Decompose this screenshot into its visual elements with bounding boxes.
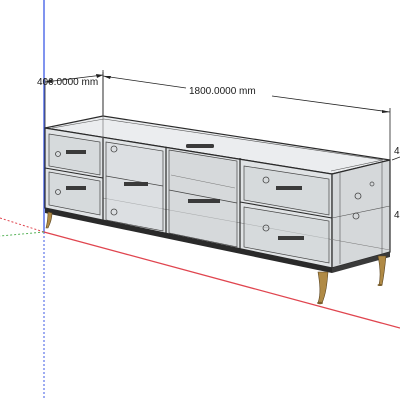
leg-front-left	[45, 211, 53, 229]
height-dimension[interactable]: 4 4	[391, 146, 400, 221]
leg-back-right	[377, 255, 387, 286]
center-compartment[interactable]	[168, 144, 238, 248]
center-glass-panel	[168, 149, 238, 248]
center-handle[interactable]	[188, 199, 220, 203]
leg-shape	[377, 255, 387, 286]
height-dimension-label: 4	[394, 146, 400, 157]
width-dimension-line	[102, 75, 187, 89]
arrow-head	[103, 76, 111, 79]
width-dimension-line-2	[271, 95, 391, 113]
door-panel	[105, 141, 164, 232]
drawer-handle[interactable]	[276, 186, 302, 190]
leg-shape	[317, 271, 329, 304]
depth-dimension-label: 400.0000 mm	[37, 77, 98, 88]
sketchup-viewport[interactable]: 400.0000 mm 1800.0000 mm 4 4	[0, 0, 400, 400]
drawer-handle[interactable]	[66, 150, 86, 154]
height-dimension-line	[391, 156, 400, 161]
door-handle[interactable]	[124, 182, 148, 186]
drawer-handle[interactable]	[278, 236, 304, 240]
tv-cabinet-model[interactable]	[44, 115, 391, 305]
cabinet-door[interactable]	[105, 141, 164, 232]
cabinet-side	[331, 159, 391, 269]
leg-foot	[377, 284, 383, 286]
drawer-handle[interactable]	[66, 186, 86, 190]
height-dimension-label-lower: 4	[394, 210, 400, 221]
leg-shape	[45, 211, 53, 229]
top-handle[interactable]	[186, 144, 214, 148]
leg-front-right	[317, 271, 329, 305]
width-dimension-label: 1800.0000 mm	[189, 86, 256, 97]
leg-foot	[317, 301, 323, 305]
green-axis-negative	[0, 231, 45, 237]
red-axis-negative	[0, 217, 45, 233]
model-canvas[interactable]: 400.0000 mm 1800.0000 mm 4 4	[0, 0, 400, 400]
